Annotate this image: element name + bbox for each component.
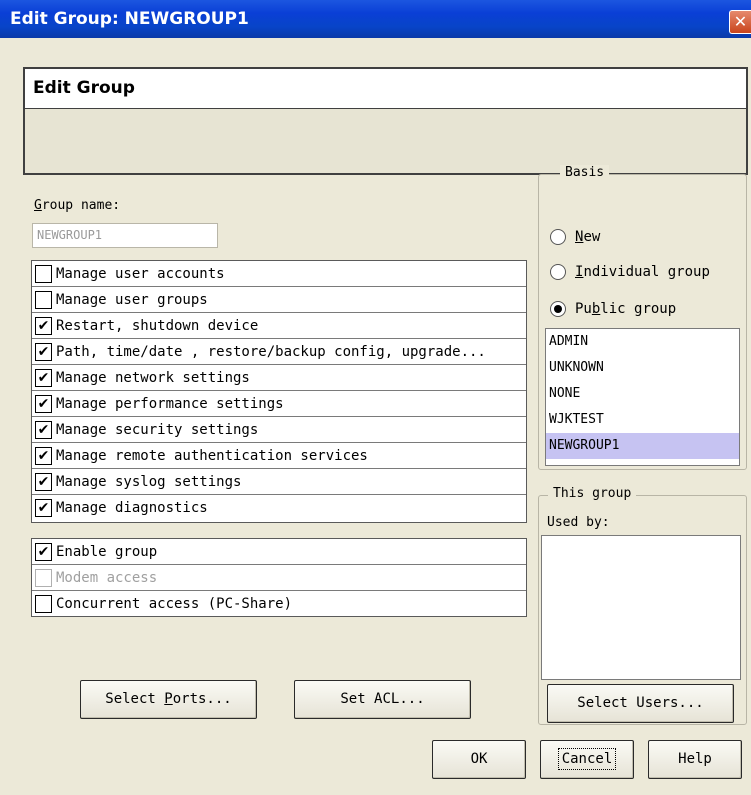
- used-by-label: Used by:: [547, 515, 610, 530]
- list-item[interactable]: WJKTEST: [546, 407, 739, 433]
- checkmark-icon[interactable]: ✔: [35, 394, 52, 413]
- used-by-list[interactable]: [541, 535, 741, 680]
- option-row[interactable]: ✔ Enable group: [32, 539, 526, 565]
- permission-row[interactable]: ✔ Restart, shutdown device: [32, 313, 526, 339]
- header-panel: Edit Group: [23, 67, 748, 175]
- help-button[interactable]: Help: [648, 740, 742, 779]
- permission-row[interactable]: ✔ Manage syslog settings: [32, 469, 526, 495]
- cancel-button[interactable]: Cancel: [540, 740, 634, 779]
- radio-new-circle[interactable]: [550, 229, 566, 245]
- checkmark-icon[interactable]: ✔: [35, 316, 52, 335]
- permission-label: Manage network settings: [56, 369, 250, 386]
- checkmark-icon[interactable]: ✔: [35, 446, 52, 465]
- permission-row[interactable]: ✔ Path, time/date , restore/backup config…: [32, 339, 526, 365]
- permission-label: Manage performance settings: [56, 395, 284, 412]
- permission-label: Manage security settings: [56, 421, 259, 438]
- permission-row[interactable]: ✔ Manage security settings: [32, 417, 526, 443]
- checkbox: [35, 568, 52, 587]
- close-icon[interactable]: ✕: [729, 10, 751, 34]
- permission-label: Manage diagnostics: [56, 500, 208, 516]
- permission-label: Manage user groups: [56, 291, 208, 308]
- radio-public-label: Public group: [575, 301, 677, 317]
- option-label: Enable group: [56, 543, 158, 560]
- radio-individual-group[interactable]: Individual group: [550, 264, 710, 280]
- radio-new-label: New: [575, 229, 601, 245]
- checkmark-icon[interactable]: ✔: [35, 420, 52, 439]
- checkbox[interactable]: [35, 595, 52, 613]
- permission-row[interactable]: ✔ Manage remote authentication services: [32, 443, 526, 469]
- radio-individual-label: Individual group: [575, 264, 710, 280]
- checkmark-icon[interactable]: ✔: [35, 542, 52, 561]
- ok-button[interactable]: OK: [432, 740, 526, 779]
- select-users-button[interactable]: Select Users...: [547, 684, 734, 723]
- radio-individual-circle[interactable]: [550, 264, 566, 280]
- checkmark-icon[interactable]: ✔: [35, 368, 52, 387]
- title-bar: Edit Group: NEWGROUP1 ✕: [0, 0, 751, 38]
- option-row[interactable]: Concurrent access (PC-Share): [32, 591, 526, 617]
- radio-public-circle[interactable]: [550, 301, 566, 317]
- list-item[interactable]: UNKNOWN: [546, 355, 739, 381]
- permission-label: Manage remote authentication services: [56, 447, 368, 464]
- option-label: Concurrent access (PC-Share): [56, 596, 293, 612]
- permission-label: Restart, shutdown device: [56, 317, 259, 334]
- window-title: Edit Group: NEWGROUP1: [10, 9, 249, 29]
- checkbox[interactable]: [35, 264, 52, 283]
- set-acl-button[interactable]: Set ACL...: [294, 680, 471, 719]
- option-row[interactable]: Modem access: [32, 565, 526, 591]
- list-item[interactable]: NONE: [546, 381, 739, 407]
- page-title: Edit Group: [33, 78, 135, 98]
- radio-selected-dot: [554, 305, 562, 313]
- permission-label: Manage syslog settings: [56, 473, 242, 490]
- permission-row[interactable]: Manage user accounts: [32, 261, 526, 287]
- permission-label: Path, time/date , restore/backup config,…: [56, 343, 486, 360]
- permission-row[interactable]: ✔ Manage network settings: [32, 365, 526, 391]
- permission-row[interactable]: ✔ Manage diagnostics: [32, 495, 526, 521]
- header-title-area: Edit Group: [25, 69, 746, 109]
- this-group-legend: This group: [548, 486, 637, 501]
- checkmark-icon[interactable]: ✔: [35, 499, 52, 517]
- option-label: Modem access: [56, 569, 158, 586]
- public-group-list[interactable]: ADMIN UNKNOWN NONE WJKTEST NEWGROUP1: [545, 328, 740, 466]
- group-name-field[interactable]: NEWGROUP1: [32, 223, 218, 248]
- radio-new[interactable]: New: [550, 229, 600, 245]
- permission-row[interactable]: Manage user groups: [32, 287, 526, 313]
- checkbox[interactable]: [35, 290, 52, 309]
- permission-row[interactable]: ✔ Manage performance settings: [32, 391, 526, 417]
- group-name-label: Group name:: [34, 198, 121, 213]
- radio-public-group[interactable]: Public group: [550, 301, 676, 317]
- permissions-list: Manage user accounts Manage user groups ✔ R…: [31, 260, 527, 523]
- cancel-button-label: Cancel: [557, 748, 617, 770]
- options-list: ✔ Enable group Modem access Concurrent acce…: [31, 538, 527, 617]
- checkmark-icon[interactable]: ✔: [35, 342, 52, 361]
- basis-legend: Basis: [560, 165, 610, 180]
- list-item[interactable]: ADMIN: [546, 329, 739, 355]
- list-item[interactable]: NEWGROUP1: [546, 433, 739, 459]
- checkmark-icon[interactable]: ✔: [35, 472, 52, 491]
- select-ports-button[interactable]: Select Ports...: [80, 680, 257, 719]
- permission-label: Manage user accounts: [56, 265, 225, 282]
